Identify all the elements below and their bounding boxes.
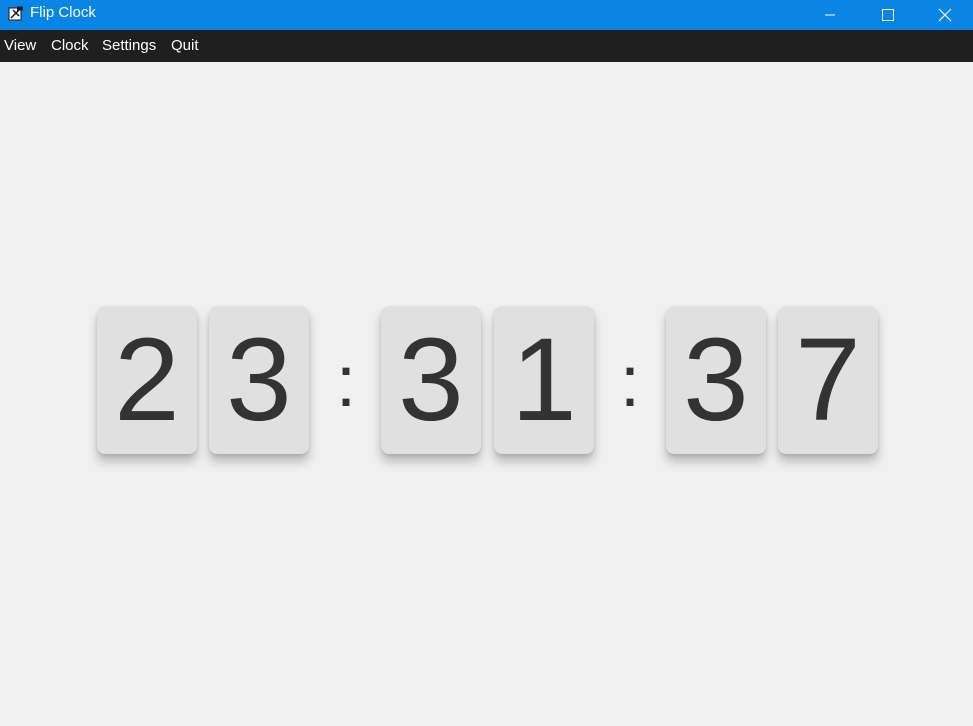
- menu-bar: View Clock Settings Quit: [0, 30, 973, 62]
- menu-clock[interactable]: Clock: [51, 37, 89, 55]
- minute-second-separator: :: [619, 342, 640, 422]
- menu-view[interactable]: View: [4, 37, 36, 55]
- minute-tens-card: 3: [381, 306, 481, 454]
- minimize-button[interactable]: [801, 0, 859, 30]
- second-ones-digit: 7: [795, 314, 861, 446]
- second-tens-card: 3: [666, 306, 766, 454]
- maximize-button[interactable]: [859, 0, 917, 30]
- menu-settings[interactable]: Settings: [102, 37, 156, 55]
- maximize-icon: [882, 9, 894, 21]
- hour-ones-digit: 3: [226, 314, 292, 446]
- minute-tens-digit: 3: [398, 314, 464, 446]
- hour-ones-card: 3: [209, 306, 309, 454]
- hour-minute-separator: :: [335, 342, 356, 422]
- second-tens-digit: 3: [683, 314, 749, 446]
- minimize-icon: [825, 14, 835, 16]
- minute-ones-digit: 1: [511, 314, 577, 446]
- menu-quit[interactable]: Quit: [171, 37, 199, 55]
- hour-tens-card: 2: [97, 306, 197, 454]
- title-bar[interactable]: Flip Clock: [0, 0, 973, 30]
- second-ones-card: 7: [778, 306, 878, 454]
- close-icon: [938, 8, 952, 22]
- minute-ones-card: 1: [494, 306, 594, 454]
- hour-tens-digit: 2: [114, 314, 180, 446]
- flip-clock-app-icon: [8, 6, 23, 21]
- close-button[interactable]: [917, 0, 973, 30]
- window-title: Flip Clock: [30, 4, 96, 21]
